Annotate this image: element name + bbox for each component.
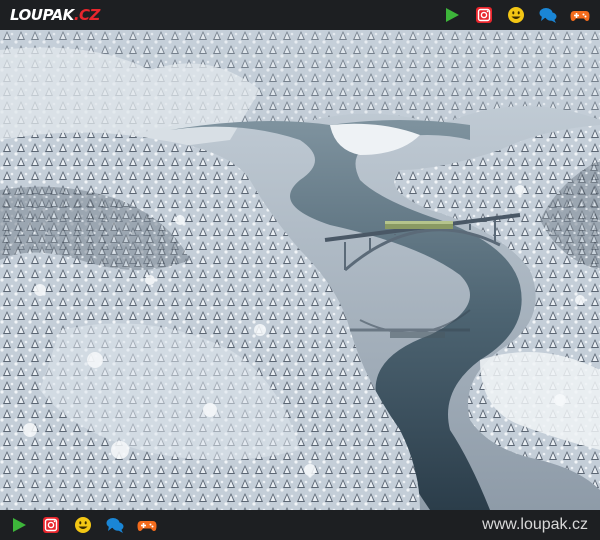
site-url-link[interactable]: www.loupak.cz <box>482 516 588 534</box>
chat-bubbles-icon[interactable] <box>105 515 125 535</box>
top-bar: LOUPAK.CZ <box>0 0 600 30</box>
play-icon[interactable] <box>442 5 462 25</box>
bottom-bar: www.loupak.cz <box>0 510 600 540</box>
logo-text: LOUPAK <box>10 6 74 24</box>
play-icon[interactable] <box>9 515 29 535</box>
site-logo[interactable]: LOUPAK.CZ <box>10 6 100 24</box>
smiley-icon[interactable] <box>506 5 526 25</box>
smiley-icon[interactable] <box>73 515 93 535</box>
main-photo <box>0 30 600 510</box>
logo-suffix: .CZ <box>73 6 101 24</box>
gamepad-icon[interactable] <box>137 515 157 535</box>
bottom-icon-row <box>9 515 157 535</box>
instagram-icon[interactable] <box>474 5 494 25</box>
chat-bubbles-icon[interactable] <box>538 5 558 25</box>
top-icon-row <box>442 5 590 25</box>
gamepad-icon[interactable] <box>570 5 590 25</box>
instagram-icon[interactable] <box>41 515 61 535</box>
